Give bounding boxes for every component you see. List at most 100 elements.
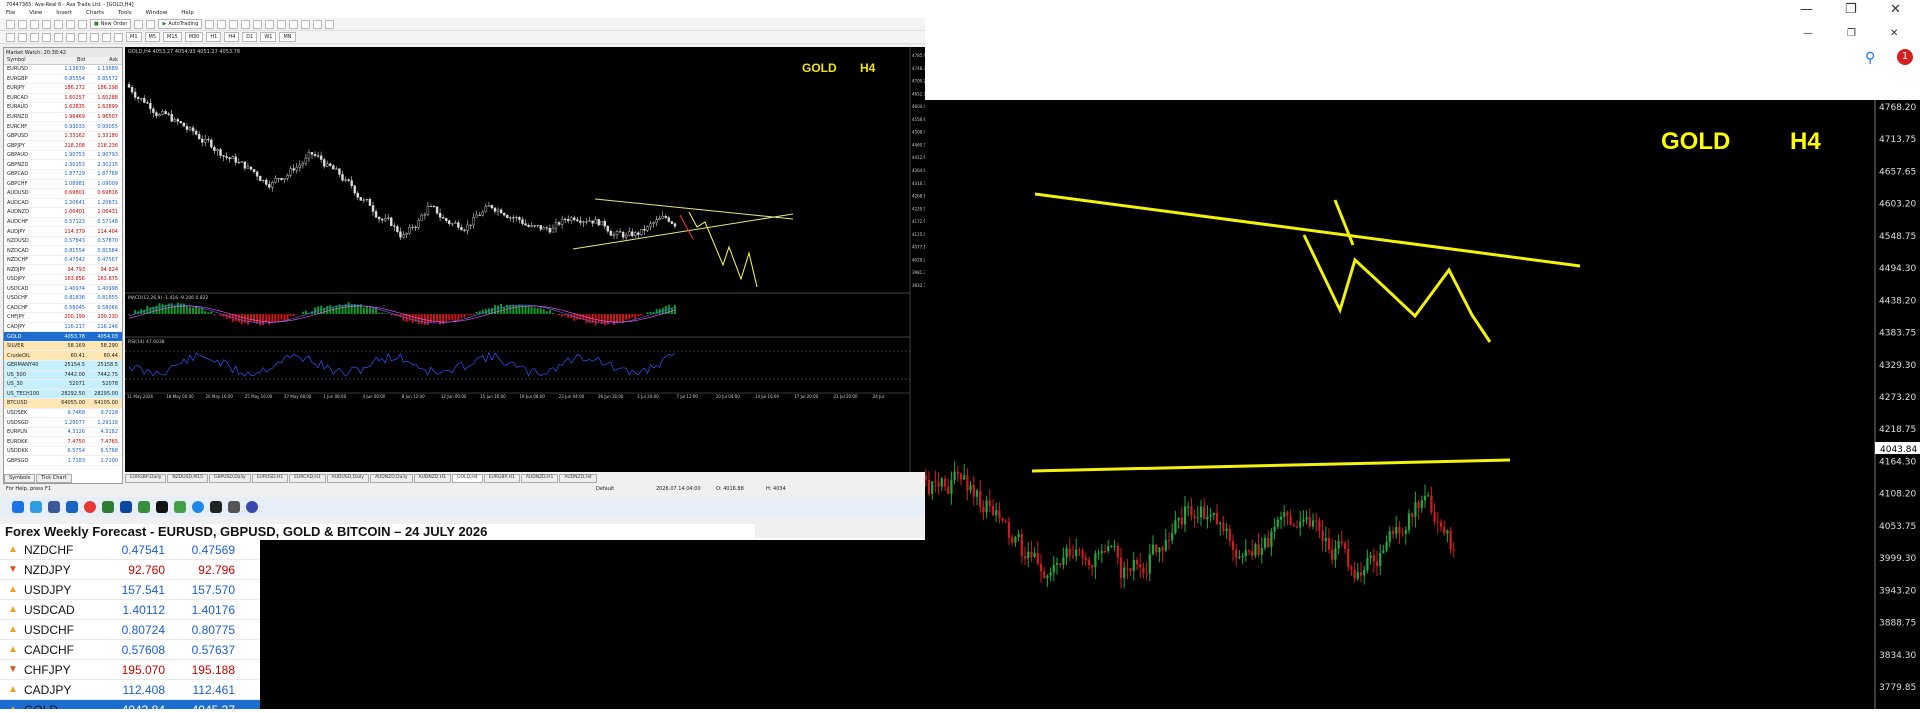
col-bid[interactable]: Bid (54, 57, 87, 64)
templates-icon[interactable] (325, 20, 334, 29)
market-watch-row[interactable]: EURGBP0.855540.85572 (4, 75, 122, 85)
edge-icon[interactable] (192, 501, 204, 513)
chart-tab[interactable]: GBPUSD,Daily (209, 474, 251, 483)
market-watch-row[interactable]: EURJPY186.272186.298 (4, 84, 122, 94)
label-icon[interactable] (102, 33, 111, 42)
market-watch-row[interactable]: US_5007442.007442.75 (4, 371, 122, 381)
fibonacci-icon[interactable] (78, 33, 87, 42)
market-watch-row[interactable]: EURAUD1.628351.62899 (4, 103, 122, 113)
market-watch-row[interactable]: GBPCHF1.089811.09009 (4, 180, 122, 190)
market-watch-row[interactable]: AUDJPY114.379114.404 (4, 227, 122, 237)
zoomed-row[interactable]: ▲USDJPY157.541157.570 (0, 580, 260, 600)
tf-m30[interactable]: M30 (185, 32, 204, 42)
menu-window[interactable]: Window (146, 10, 168, 18)
ea-icon[interactable] (146, 20, 155, 29)
data-window-icon[interactable] (42, 20, 51, 29)
market-watch-row[interactable]: USDCAD1.409741.40998 (4, 285, 122, 295)
minimize-icon[interactable]: — (1800, 2, 1813, 17)
app2-icon[interactable] (246, 501, 258, 513)
col-symbol[interactable]: Symbol (4, 57, 54, 64)
market-watch-row[interactable]: AUDCHF0.571230.57148 (4, 218, 122, 228)
small-chart-svg[interactable]: GOLD,H4 4053.27 4054.93 4051.27 4053.78G… (125, 47, 925, 472)
menu-insert[interactable]: Insert (56, 10, 72, 18)
excel-icon[interactable] (102, 501, 114, 513)
tf-d1[interactable]: D1 (242, 32, 257, 42)
market-watch-row[interactable]: GOLD4053.784054.03 (4, 332, 122, 342)
market-watch-row[interactable]: NZDCHF0.475420.47567 (4, 256, 122, 266)
market-watch-row[interactable]: US_TECH10028292.5028295.00 (4, 390, 122, 400)
market-watch-row[interactable]: AUDNZD1.064011.06431 (4, 208, 122, 218)
tile-icon[interactable] (265, 20, 274, 29)
mt4-icon[interactable] (120, 501, 132, 513)
new-chart-icon[interactable] (6, 20, 15, 29)
chrome-icon[interactable] (84, 501, 96, 513)
maximize-icon[interactable]: ❐ (1845, 2, 1857, 17)
strategy-tester-icon[interactable] (78, 20, 87, 29)
market-watch-row[interactable]: AUDCAD1.206411.20671 (4, 199, 122, 209)
tf-mn[interactable]: MN (279, 32, 295, 42)
market-watch-icon[interactable] (30, 20, 39, 29)
market-watch-row[interactable]: GBPCAD1.877291.87768 (4, 170, 122, 180)
indicators-icon[interactable] (301, 20, 310, 29)
notification-badge[interactable]: 1 (1897, 49, 1913, 65)
restore-doc-icon[interactable]: ❐ (1847, 28, 1856, 39)
chart-tab[interactable]: AUDUSD,Daily (327, 474, 369, 483)
crosshair-icon[interactable] (18, 33, 27, 42)
zoom-out-icon[interactable] (253, 20, 262, 29)
tab-symbols[interactable]: Symbols (4, 474, 35, 483)
menu-file[interactable]: File (6, 10, 15, 18)
tf-m1[interactable]: M1 (126, 32, 142, 42)
market-watch-row[interactable]: US_305207152078 (4, 380, 122, 390)
chart-tab[interactable]: GOLD,H4 (452, 474, 483, 483)
market-watch-row[interactable]: GBPJPY218.208218.236 (4, 141, 122, 151)
market-watch-row[interactable]: GBPAUD1.907531.90793 (4, 151, 122, 161)
zoomed-row[interactable]: ▲USDCAD1.401121.40176 (0, 600, 260, 620)
tf-h1[interactable]: H1 (206, 32, 221, 42)
market-watch-row[interactable]: GBPSGD1.71831.7200 (4, 456, 122, 466)
chart-tab[interactable]: EURUSD,H1 (252, 474, 289, 483)
market-watch-row[interactable]: GBPNZD2.301532.30215 (4, 160, 122, 170)
tab-tick-chart[interactable]: Tick Chart (36, 474, 71, 483)
navigator-icon[interactable] (54, 20, 63, 29)
big-chart[interactable]: GOLDH44768.204713.754657.654603.204548.7… (925, 100, 1920, 709)
col-ask[interactable]: Ask (87, 57, 120, 64)
market-watch-row[interactable]: GBPUSD1.331621.33180 (4, 132, 122, 142)
vertical-line-icon[interactable] (30, 33, 39, 42)
candle-chart-icon[interactable] (217, 20, 226, 29)
text-icon[interactable] (90, 33, 99, 42)
menu-tools[interactable]: Tools (118, 10, 132, 18)
chart-tab[interactable]: AUDNZD,H1 (521, 474, 558, 483)
line-chart-icon[interactable] (229, 20, 238, 29)
zoomed-row[interactable]: ▼CHFJPY195.070195.188 (0, 660, 260, 680)
chart-tab[interactable]: EURGBP,H1 (484, 474, 520, 483)
channel-icon[interactable] (66, 33, 75, 42)
market-watch-row[interactable]: GERMANY4025154.525158.5 (4, 361, 122, 371)
market-watch-row[interactable]: CADCHF0.580450.58066 (4, 304, 122, 314)
market-watch-row[interactable]: BTCUSD64055.0064105.00 (4, 399, 122, 409)
zoomed-row[interactable]: ▼NZDJPY92.76092.796 (0, 560, 260, 580)
market-watch-row[interactable]: USDSEK9.74689.7228 (4, 409, 122, 419)
chart-shift-icon[interactable] (289, 20, 298, 29)
trendline-icon[interactable] (54, 33, 63, 42)
market-watch-row[interactable]: EURCAD1.602571.60288 (4, 94, 122, 104)
market-watch-row[interactable]: CADJPY116.217116.246 (4, 323, 122, 333)
arrows-icon[interactable] (114, 33, 123, 42)
chart-tab[interactable]: AUDNZD,H4 (559, 474, 596, 483)
menu-charts[interactable]: Charts (86, 10, 104, 18)
app-icon[interactable] (138, 501, 150, 513)
minimize-doc-icon[interactable]: — (1803, 28, 1813, 39)
menu-help[interactable]: Help (181, 10, 194, 18)
market-watch-row[interactable]: EURCHF0.930330.93055 (4, 122, 122, 132)
terminal-icon[interactable] (66, 20, 75, 29)
folder-icon[interactable] (48, 501, 60, 513)
horizontal-line-icon[interactable] (42, 33, 51, 42)
chart-tab[interactable]: EURGBP,Daily (125, 474, 166, 483)
tf-h4[interactable]: H4 (224, 32, 239, 42)
chart-tab[interactable]: NZDUSD,M15 (167, 474, 208, 483)
market-watch-row[interactable]: USDCHF0.818360.81855 (4, 294, 122, 304)
search-icon[interactable]: ⚲ (1865, 50, 1875, 66)
market-watch-row[interactable]: EURUSD1.136791.13689 (4, 65, 122, 75)
cursor-icon[interactable] (6, 33, 15, 42)
new-order-button[interactable]: ■New Order (90, 19, 131, 29)
big-chart-svg[interactable]: GOLDH44768.204713.754657.654603.204548.7… (925, 100, 1920, 709)
